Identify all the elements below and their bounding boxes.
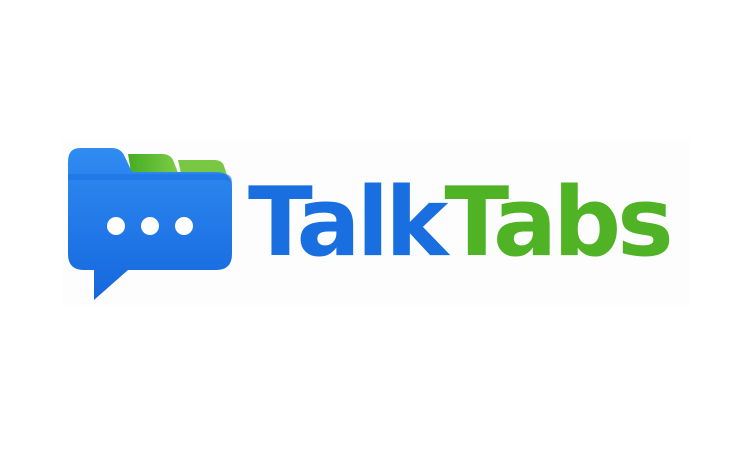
typing-dot-2 (141, 217, 159, 235)
typing-dot-1 (107, 217, 125, 235)
logo-canvas: Talk Tabs (0, 0, 750, 450)
typing-dot-3 (175, 217, 193, 235)
brand-word-tabs: Tabs (444, 167, 673, 278)
brand-wordmark: Talk Tabs (248, 167, 674, 278)
brand-word-talk: Talk (248, 167, 448, 278)
chat-bubble-folder-icon (68, 148, 232, 300)
